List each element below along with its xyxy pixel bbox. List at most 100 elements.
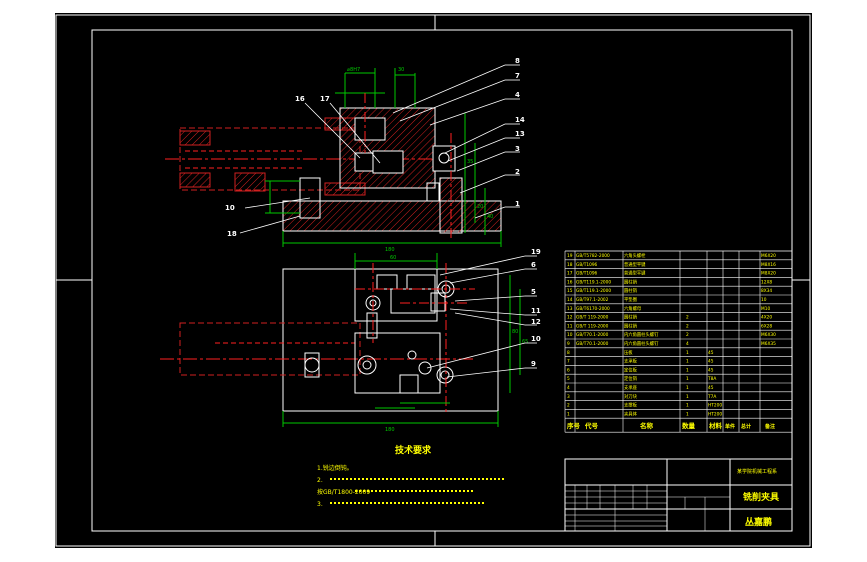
bom-no: 6 [567, 367, 570, 373]
callout-16: 16 [295, 95, 305, 103]
callout-11: 11 [531, 307, 541, 315]
svg-text:30: 30 [398, 67, 404, 73]
bom-name: 定位销 [624, 375, 638, 382]
callout-6: 6 [531, 261, 536, 269]
note-3: 3. [317, 501, 323, 508]
bom-name: 支承座 [624, 384, 638, 391]
bom-no: 19 [567, 253, 573, 259]
bom-code: GB/T6170-2000 [576, 306, 610, 312]
callout-3: 3 [515, 145, 520, 153]
bom-code: GB/T5782-2000 [576, 253, 610, 259]
bom-name: 支撑板 [624, 402, 638, 409]
bom-qty: 1 [686, 394, 689, 400]
bom-name: 夹具体 [624, 410, 638, 417]
bom-no: 11 [567, 323, 573, 329]
bom-code: GB/T1096 [576, 271, 598, 277]
bom-qty: 1 [686, 350, 689, 356]
bom-qty: 1 [686, 359, 689, 365]
bom-name: 圆柱销 [624, 314, 638, 321]
bom-mat: HT200 [708, 403, 722, 409]
bom-no: 17 [567, 271, 573, 277]
bom-qty: 1 [686, 385, 689, 391]
callout-4: 4 [515, 91, 520, 99]
bom-name: 六角头螺栓 [624, 252, 646, 259]
bom-name: 内六角圆柱头螺钉 [624, 331, 659, 338]
bom-no: 12 [567, 315, 573, 321]
callout-12: 12 [531, 318, 541, 326]
front-section-view: ⌀8H7 30 35 20 40 180 8 7 4 16 17 14 13 3… [165, 57, 525, 253]
bom-header: 数量 [682, 421, 696, 430]
bom-remark: 10 [761, 297, 767, 303]
tech-title: 技术要求 [395, 444, 432, 456]
bom-remark: M10 [761, 306, 770, 312]
bom-remark: M8X20 [761, 271, 776, 277]
bom-name: 内六角圆柱头螺钉 [624, 340, 659, 347]
cad-drawing: ⌀8H7 30 35 20 40 180 8 7 4 16 17 14 13 3… [55, 14, 811, 547]
bom-code: GB/T70.1-2000 [576, 341, 609, 347]
bom-header: 名称 [640, 421, 654, 430]
bom-no: 3 [567, 394, 570, 400]
bom-no: 7 [567, 359, 570, 365]
bom-header: 单件 [725, 423, 735, 430]
bom-qty: 1 [686, 403, 689, 409]
bom-mat: 45 [708, 359, 714, 365]
bom-name: 圆柱销 [624, 287, 638, 294]
svg-text:65: 65 [522, 339, 528, 345]
bom-mat: 45 [708, 367, 714, 373]
bom-code: GB/T119.1-2000 [576, 279, 611, 285]
bom-qty: 2 [686, 323, 689, 329]
bom-name: 对刀块 [624, 393, 638, 400]
callout-9: 9 [531, 360, 536, 368]
bom-mat: 45 [708, 350, 714, 356]
svg-text:20: 20 [477, 204, 483, 210]
bom-no: 18 [567, 262, 573, 268]
bom-code: GB/T 119-2000 [576, 323, 609, 329]
bom-no: 5 [567, 376, 570, 382]
callout-7: 7 [515, 72, 520, 80]
bom-table: 19 GB/T5782-2000 六角头螺栓 M6X2018 GB/T1096 普通型平键… [564, 250, 793, 433]
svg-text:35: 35 [467, 159, 473, 165]
svg-text:180: 180 [385, 427, 395, 433]
plan-view: 180 60 80 65 19 6 5 11 12 10 9 [160, 248, 541, 433]
bom-code: GB/T97.1-2002 [576, 297, 609, 303]
bom-header: 序号 [566, 421, 581, 430]
callout-10: 10 [225, 204, 235, 212]
bom-no: 4 [567, 385, 570, 391]
bom-no: 15 [567, 288, 573, 294]
bom-no: 9 [567, 341, 570, 347]
bom-name: 普通型平键 [624, 270, 646, 277]
bom-name: 圆柱销 [624, 322, 638, 329]
bom-name: 普通型平键 [624, 261, 646, 268]
svg-text:80: 80 [512, 329, 518, 335]
callout-5: 5 [531, 288, 536, 296]
bom-remark: 6X28 [761, 323, 772, 329]
note-2: 2. [317, 477, 323, 484]
bom-qty: 1 [686, 411, 689, 417]
bom-qty: 2 [686, 315, 689, 321]
bom-code: GB/T 119-2000 [576, 315, 609, 321]
svg-text:40: 40 [487, 214, 493, 220]
bom-remark: 4X20 [761, 315, 772, 321]
svg-text:⌀8H7: ⌀8H7 [347, 67, 360, 73]
drawing-canvas: ⌀8H7 30 35 20 40 180 8 7 4 16 17 14 13 3… [55, 13, 812, 548]
bom-remark: M6X20 [761, 253, 776, 259]
bom-name: 压板 [624, 349, 633, 356]
product-name: 铣削夹具 [743, 491, 779, 503]
bom-mat: 45 [708, 385, 714, 391]
note-1: 1.锐边倒钝。 [317, 464, 353, 472]
callout-2: 2 [515, 168, 520, 176]
bom-header: 材料 [708, 421, 723, 430]
bom-no: 2 [567, 403, 570, 409]
bom-header: 代号 [584, 421, 599, 430]
callout-8: 8 [515, 57, 520, 65]
bom-code: GB/T1096 [576, 262, 598, 268]
bom-name: 定位板 [624, 366, 638, 373]
callout-13: 13 [515, 130, 525, 138]
bom-no: 1 [567, 411, 570, 417]
bom-qty: 2 [686, 332, 689, 338]
callout-1: 1 [515, 200, 520, 208]
callout-10b: 10 [531, 335, 541, 343]
note-2b: 按GB/T1800-2009 [317, 488, 370, 496]
callout-14: 14 [515, 116, 525, 124]
bom-header: 总计 [741, 423, 751, 430]
